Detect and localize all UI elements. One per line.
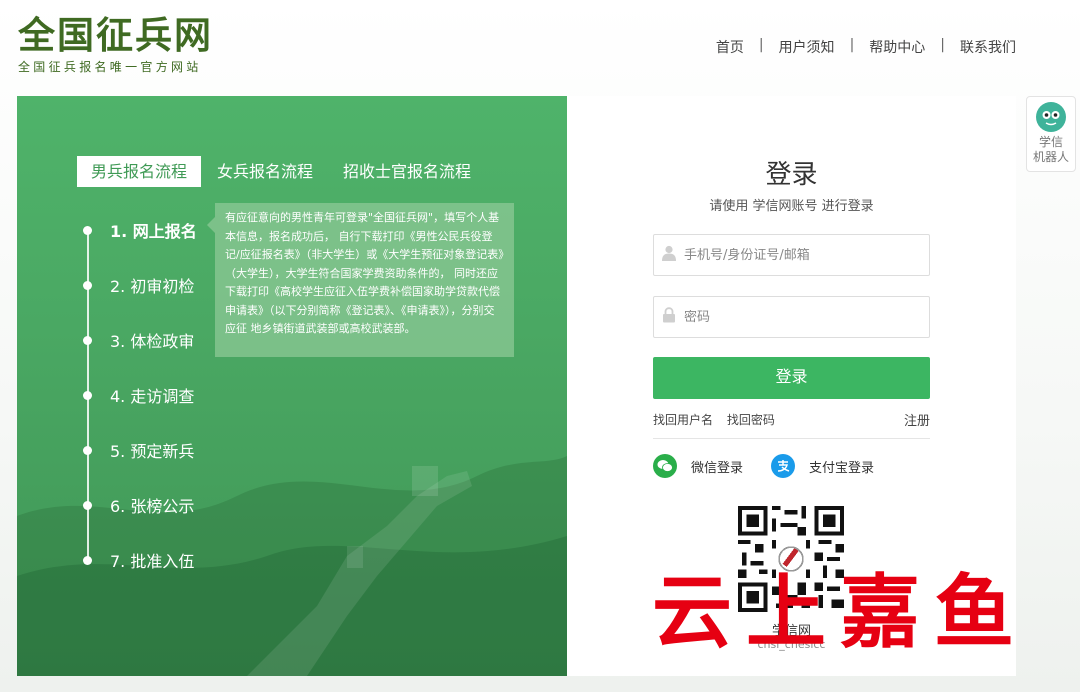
alipay-login-label: 支付宝登录 bbox=[809, 460, 875, 476]
robot-label-line1: 学信 bbox=[1038, 135, 1063, 149]
lock-icon bbox=[654, 307, 684, 327]
password-input[interactable] bbox=[684, 309, 914, 325]
step-dot bbox=[83, 225, 92, 235]
tab-nco-process[interactable]: 招收士官报名流程 bbox=[329, 156, 485, 187]
wechat-login-label: 微信登录 bbox=[691, 460, 744, 476]
step-4[interactable]: 4. 走访调查 bbox=[83, 383, 194, 407]
step-5[interactable]: 5. 预定新兵 bbox=[83, 438, 194, 462]
step-label: 2. 初审初检 bbox=[110, 277, 195, 296]
step-label: 1. 网上报名 bbox=[110, 222, 197, 241]
step-dot bbox=[83, 500, 92, 510]
nav-help-center[interactable]: 帮助中心 bbox=[869, 37, 925, 57]
step-dot bbox=[83, 335, 92, 345]
password-field[interactable] bbox=[653, 296, 930, 338]
tab-male-process[interactable]: 男兵报名流程 bbox=[77, 156, 202, 187]
forgot-password-link[interactable]: 找回密码 bbox=[727, 413, 775, 427]
top-nav: 首页 | 用户须知 | 帮助中心 | 联系我们 bbox=[716, 37, 1016, 57]
user-icon bbox=[654, 245, 684, 265]
step-6[interactable]: 6. 张榜公示 bbox=[83, 493, 194, 517]
nav-contact-us[interactable]: 联系我们 bbox=[960, 37, 1016, 57]
robot-assistant-button[interactable]: 学信 机器人 bbox=[1026, 96, 1076, 172]
robot-label-line2: 机器人 bbox=[1032, 150, 1069, 164]
alipay-icon bbox=[771, 454, 795, 478]
nav-user-notice[interactable]: 用户须知 bbox=[779, 37, 835, 57]
process-panel: 男兵报名流程 女兵报名流程 招收士官报名流程 1. 网上报名 2. 初审初检 3… bbox=[17, 96, 567, 676]
process-tabs: 男兵报名流程 女兵报名流程 招收士官报名流程 bbox=[77, 156, 487, 187]
great-wall-background bbox=[17, 456, 567, 676]
login-title: 登录 bbox=[765, 160, 818, 190]
alipay-login-button[interactable]: 支付宝登录 bbox=[771, 454, 874, 478]
step-2[interactable]: 2. 初审初检 bbox=[83, 273, 194, 297]
step-label: 7. 批准入伍 bbox=[110, 552, 195, 571]
step-1[interactable]: 1. 网上报名 bbox=[83, 218, 197, 242]
forgot-username-link[interactable]: 找回用户名 bbox=[653, 413, 713, 427]
watermark-text: 云上嘉鱼 bbox=[652, 565, 1028, 659]
wechat-login-button[interactable]: 微信登录 bbox=[653, 454, 743, 478]
login-subtitle: 请使用 学信网账号 进行登录 bbox=[709, 199, 874, 214]
step-dot bbox=[83, 555, 92, 565]
step-7[interactable]: 7. 批准入伍 bbox=[83, 548, 194, 572]
account-links: 找回用户名 找回密码 注册 bbox=[653, 410, 930, 429]
nav-separator: | bbox=[758, 37, 764, 53]
step-dot bbox=[83, 280, 92, 290]
step-description-tooltip: 有应征意向的男性青年可登录"全国征兵网"，填写个人基本信息，报名成功后， 自行下… bbox=[207, 203, 514, 357]
site-logo[interactable]: 全国征兵网 全国征兵报名唯一官方网站 bbox=[18, 14, 213, 75]
username-input[interactable] bbox=[684, 247, 914, 263]
logo-subtitle: 全国征兵报名唯一官方网站 bbox=[18, 60, 202, 74]
step-label: 6. 张榜公示 bbox=[110, 497, 195, 516]
divider bbox=[653, 438, 930, 439]
username-field[interactable] bbox=[653, 234, 930, 276]
nav-separator: | bbox=[849, 37, 855, 53]
step-dot bbox=[83, 390, 92, 400]
robot-icon bbox=[1036, 102, 1066, 132]
step-label: 4. 走访调查 bbox=[110, 387, 195, 406]
nav-home[interactable]: 首页 bbox=[716, 37, 744, 57]
logo-title: 全国征兵网 bbox=[18, 14, 213, 57]
login-button[interactable]: 登录 bbox=[653, 357, 930, 399]
step-label: 3. 体检政审 bbox=[110, 332, 195, 351]
wechat-icon bbox=[653, 454, 677, 478]
register-link[interactable]: 注册 bbox=[904, 410, 930, 429]
tab-female-process[interactable]: 女兵报名流程 bbox=[203, 156, 327, 187]
nav-separator: | bbox=[940, 37, 945, 53]
step-3[interactable]: 3. 体检政审 bbox=[83, 328, 194, 352]
step-label: 5. 预定新兵 bbox=[110, 442, 195, 461]
step-dot bbox=[83, 445, 92, 455]
